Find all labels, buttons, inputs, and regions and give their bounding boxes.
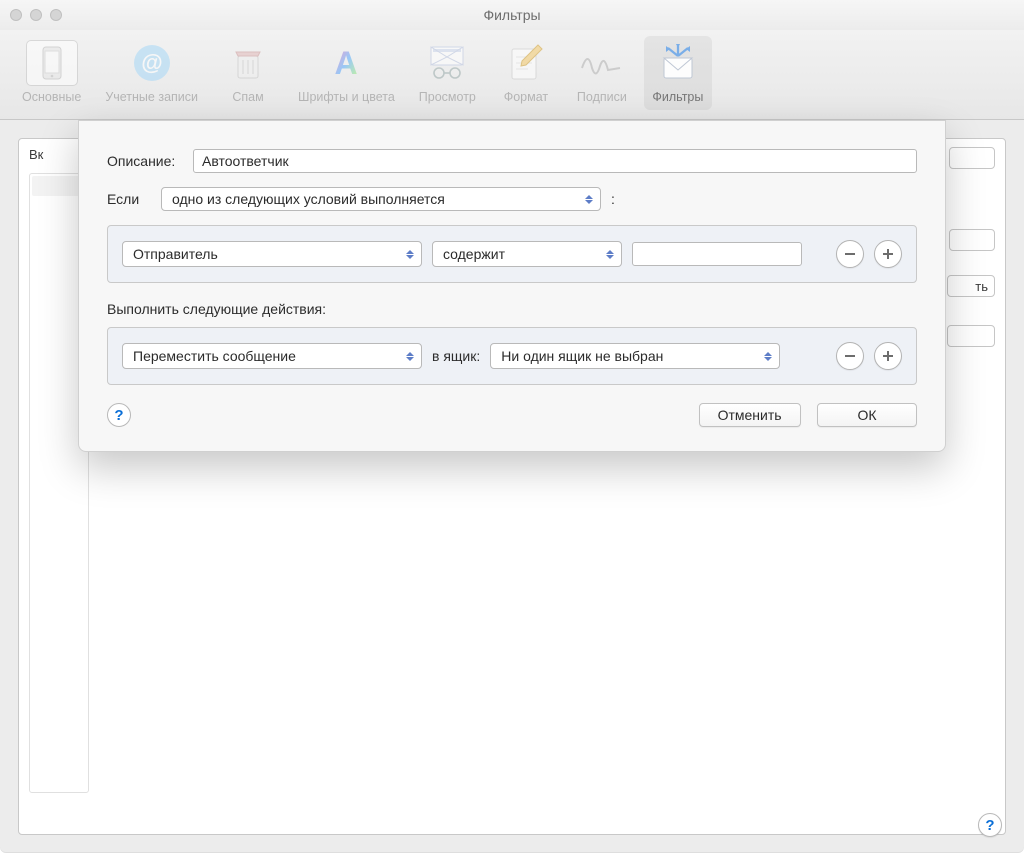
glasses-icon bbox=[425, 45, 469, 81]
chevron-updown-icon bbox=[584, 191, 594, 207]
window-title: Фильтры bbox=[0, 7, 1024, 23]
help-icon: ? bbox=[985, 817, 994, 834]
trash-icon bbox=[230, 44, 266, 82]
condition-row: Отправитель содержит bbox=[107, 225, 917, 283]
dropdown-value: Переместить сообщение bbox=[133, 348, 296, 364]
help-icon: ? bbox=[114, 407, 123, 424]
description-label: Описание: bbox=[107, 153, 183, 169]
condition-operator-dropdown[interactable]: содержит bbox=[432, 241, 622, 267]
tab-junk[interactable]: Спам bbox=[214, 36, 282, 110]
duplicate-rule-button[interactable]: ть bbox=[947, 275, 995, 297]
ok-button[interactable]: ОК bbox=[817, 403, 917, 427]
to-mailbox-label: в ящик: bbox=[432, 348, 480, 364]
fonts-icon: A bbox=[327, 44, 365, 82]
rule-edit-sheet: Описание: Если одно из следующих условий… bbox=[78, 120, 946, 452]
actions-label: Выполнить следующие действия: bbox=[107, 301, 917, 317]
description-input[interactable] bbox=[193, 149, 917, 173]
tab-label: Просмотр bbox=[419, 90, 476, 104]
compose-icon bbox=[508, 43, 544, 83]
toolbar: Основные @ Учетные записи Спам A Шрифты … bbox=[0, 30, 1024, 120]
tab-label: Спам bbox=[232, 90, 263, 104]
at-icon: @ bbox=[132, 43, 172, 83]
if-label: Если bbox=[107, 191, 151, 207]
remove-action-button[interactable] bbox=[836, 342, 864, 370]
add-action-button[interactable] bbox=[874, 342, 902, 370]
tab-fonts[interactable]: A Шрифты и цвета bbox=[290, 36, 403, 110]
svg-text:A: A bbox=[335, 45, 358, 81]
column-header: Вк bbox=[29, 147, 43, 162]
condition-scope-dropdown[interactable]: одно из следующих условий выполняется bbox=[161, 187, 601, 211]
action-type-dropdown[interactable]: Переместить сообщение bbox=[122, 343, 422, 369]
svg-text:@: @ bbox=[141, 50, 162, 75]
tab-label: Учетные записи bbox=[105, 90, 198, 104]
tab-label: Подписи bbox=[577, 90, 627, 104]
add-rule-button[interactable] bbox=[949, 147, 995, 169]
condition-field-dropdown[interactable]: Отправитель bbox=[122, 241, 422, 267]
colon: : bbox=[611, 191, 615, 207]
tab-rules[interactable]: Фильтры bbox=[644, 36, 712, 110]
chevron-updown-icon bbox=[763, 348, 773, 364]
sheet-help-button[interactable]: ? bbox=[107, 403, 131, 427]
tab-label: Фильтры bbox=[652, 90, 703, 104]
tab-general[interactable]: Основные bbox=[14, 36, 89, 110]
phone-icon bbox=[42, 46, 62, 80]
chevron-updown-icon bbox=[405, 246, 415, 262]
chevron-updown-icon bbox=[605, 246, 615, 262]
tab-accounts[interactable]: @ Учетные записи bbox=[97, 36, 206, 110]
dropdown-value: Отправитель bbox=[133, 246, 218, 262]
dropdown-value: одно из следующих условий выполняется bbox=[172, 191, 445, 207]
rules-icon bbox=[656, 44, 700, 82]
tab-label: Шрифты и цвета bbox=[298, 90, 395, 104]
dropdown-value: содержит bbox=[443, 246, 505, 262]
action-row: Переместить сообщение в ящик: Ни один ящ… bbox=[107, 327, 917, 385]
tab-composing[interactable]: Формат bbox=[492, 36, 560, 110]
edit-rule-button[interactable] bbox=[949, 229, 995, 251]
remove-condition-button[interactable] bbox=[836, 240, 864, 268]
delete-rule-button[interactable] bbox=[947, 325, 995, 347]
help-button[interactable]: ? bbox=[978, 813, 1002, 837]
action-target-dropdown[interactable]: Ни один ящик не выбран bbox=[490, 343, 780, 369]
tab-label: Формат bbox=[504, 90, 548, 104]
condition-value-input[interactable] bbox=[632, 242, 802, 266]
titlebar[interactable]: Фильтры bbox=[0, 0, 1024, 30]
tab-viewing[interactable]: Просмотр bbox=[411, 36, 484, 110]
tab-signatures[interactable]: Подписи bbox=[568, 36, 636, 110]
cancel-button[interactable]: Отменить bbox=[699, 403, 801, 427]
chevron-updown-icon bbox=[405, 348, 415, 364]
dropdown-value: Ни один ящик не выбран bbox=[501, 348, 663, 364]
preferences-window: Фильтры Основные @ Учетные записи Спам A bbox=[0, 0, 1024, 853]
signature-icon bbox=[580, 50, 624, 76]
add-condition-button[interactable] bbox=[874, 240, 902, 268]
tab-label: Основные bbox=[22, 90, 81, 104]
